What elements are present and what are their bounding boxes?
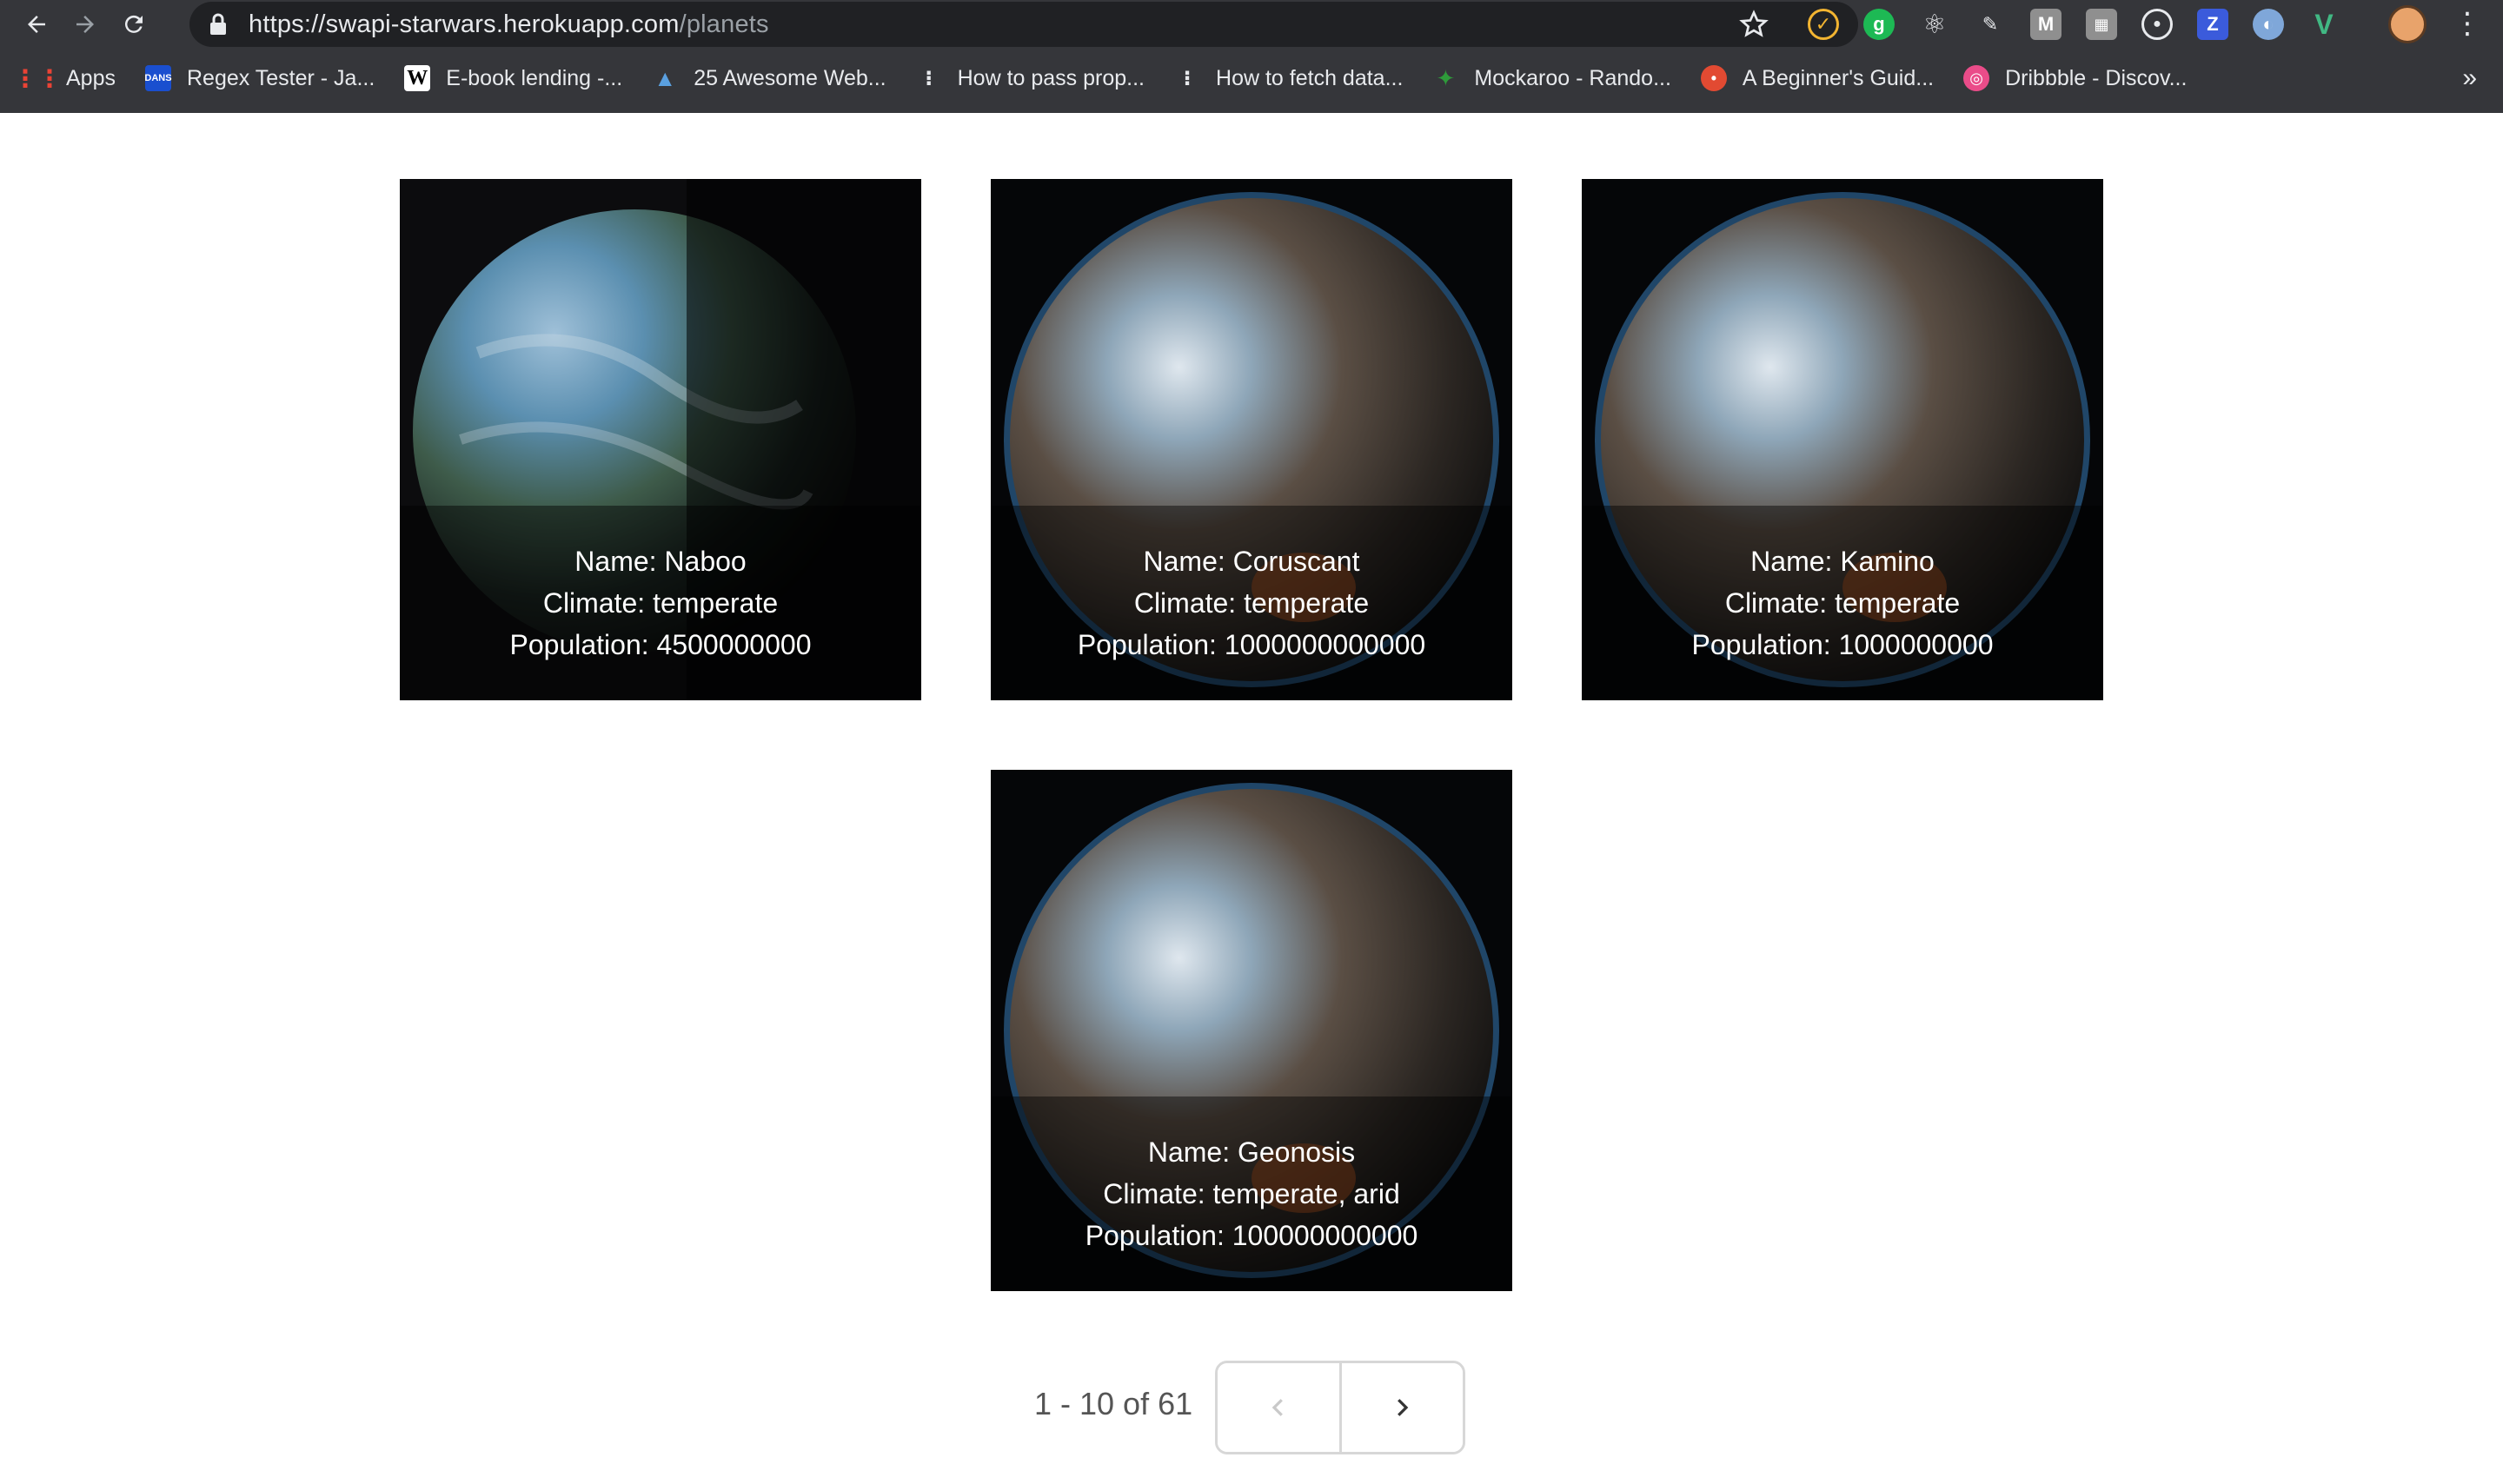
bookmark-fetch-data[interactable]: ⁝ How to fetch data...	[1174, 65, 1403, 91]
bookmark-star-icon[interactable]	[1738, 9, 1769, 40]
profile-avatar[interactable]	[2388, 5, 2427, 43]
extensions-bar: ✓ g ⚛ ✎ M ▦ ● Z ◐ V	[1808, 5, 2364, 43]
extension-green-icon[interactable]: g	[1863, 9, 1895, 40]
planet-climate: Climate: temperate	[1133, 587, 1370, 619]
bookmark-label: Regex Tester - Ja...	[186, 65, 375, 90]
wikipedia-icon: W	[404, 65, 431, 91]
browser-chrome: https://swapi-starwars.herokuapp.com/pla…	[0, 0, 2503, 113]
pagination-range: 1 - 10 of 61	[1034, 1386, 1193, 1421]
extension-z-icon[interactable]: Z	[2197, 9, 2228, 40]
planet-climate: Climate: temperate, arid	[1103, 1178, 1400, 1209]
bookmark-ebook-lending[interactable]: W E-book lending -...	[404, 65, 622, 91]
dans-tools-icon: DANS	[144, 65, 172, 91]
bookmark-label: 25 Awesome Web...	[694, 65, 886, 90]
tomato-icon: •	[1700, 65, 1727, 91]
planet-caption: Name: Coruscant Climate: temperate Popul…	[991, 506, 1512, 700]
extension-m-icon[interactable]: M	[2030, 9, 2061, 40]
planet-climate: Climate: temperate	[542, 587, 779, 619]
arrow-right-icon	[76, 16, 94, 33]
apps-grid-icon: ⋮⋮	[13, 64, 62, 92]
bookmark-mockaroo[interactable]: ✦ Mockaroo - Rando...	[1432, 65, 1671, 91]
planet-card-coruscant[interactable]: Name: Coruscant Climate: temperate Popul…	[991, 179, 1512, 700]
url-path: /planets	[679, 10, 769, 38]
triangle-logo-icon: ▲	[654, 64, 677, 91]
forward-button[interactable]	[61, 0, 110, 49]
bookmarks-bar: ⋮⋮ Apps DANS Regex Tester - Ja... W E-bo…	[0, 54, 2503, 103]
bookmark-label: E-book lending -...	[446, 65, 623, 90]
planet-population: Population: 1000000000	[1691, 629, 1994, 660]
extension-vue-icon[interactable]: V	[2308, 9, 2340, 40]
previous-page-button[interactable]	[1218, 1363, 1339, 1452]
planet-caption: Name: Kamino Climate: temperate Populati…	[1582, 506, 2103, 700]
bookmark-awesome-web[interactable]: ▲ 25 Awesome Web...	[652, 65, 886, 91]
extension-pen-icon[interactable]: ✎	[1975, 9, 2006, 40]
planet-population: Population: 4500000000	[509, 629, 812, 660]
planet-caption: Name: Naboo Climate: temperate Populatio…	[400, 506, 921, 700]
bookmark-pass-prop[interactable]: ⁝ How to pass prop...	[916, 65, 1145, 91]
planet-caption: Name: Geonosis Climate: temperate, arid …	[991, 1096, 1512, 1291]
reload-icon	[124, 15, 143, 33]
chevron-right-icon	[1398, 1399, 1409, 1416]
bookmark-label: Apps	[66, 65, 116, 90]
dribbble-icon: ◎	[1963, 65, 1990, 91]
extension-drop-icon[interactable]: ◐	[2253, 9, 2284, 40]
planet-name: Name: Naboo	[574, 546, 747, 577]
extension-checkmark-icon[interactable]: ✓	[1808, 9, 1839, 40]
bookmark-label: A Beginner's Guid...	[1742, 65, 1935, 90]
extension-target-icon[interactable]: ●	[2141, 9, 2173, 40]
url-text: https://swapi-starwars.herokuapp.com/pla…	[249, 10, 769, 39]
bookmark-label: Dribbble - Discov...	[2005, 65, 2188, 90]
reload-button[interactable]	[110, 0, 158, 49]
planet-name: Name: Geonosis	[1147, 1136, 1356, 1168]
lock-icon	[210, 13, 226, 35]
planet-card-kamino[interactable]: Name: Kamino Climate: temperate Populati…	[1582, 179, 2103, 700]
back-button[interactable]	[12, 0, 61, 49]
dots-icon: ⁝	[1183, 66, 1192, 90]
address-bar[interactable]: https://swapi-starwars.herokuapp.com/pla…	[189, 2, 1858, 47]
browser-toolbar: https://swapi-starwars.herokuapp.com/pla…	[0, 0, 2503, 49]
mockaroo-icon: ✦	[1436, 64, 1456, 91]
next-page-button[interactable]	[1338, 1363, 1463, 1452]
arrow-left-icon	[28, 16, 45, 33]
planet-name: Name: Coruscant	[1143, 546, 1360, 577]
planet-card-naboo[interactable]: Name: Naboo Climate: temperate Populatio…	[400, 179, 921, 700]
bookmark-dribbble[interactable]: ◎ Dribbble - Discov...	[1963, 65, 2187, 91]
bookmark-beginners-guide[interactable]: • A Beginner's Guid...	[1700, 65, 1935, 91]
bookmark-regex-tester[interactable]: DANS Regex Tester - Ja...	[144, 65, 375, 91]
bookmark-apps[interactable]: ⋮⋮ Apps	[13, 64, 116, 92]
planet-population: Population: 1000000000000	[1077, 629, 1426, 660]
extension-grid-icon[interactable]: ▦	[2086, 9, 2117, 40]
dots-icon: ⁝	[925, 66, 933, 90]
extension-react-icon[interactable]: ⚛	[1919, 9, 1950, 40]
bookmark-label: How to pass prop...	[957, 65, 1145, 90]
pagination-controls	[1215, 1361, 1465, 1454]
menu-kebab-icon[interactable]: ⋮	[2453, 9, 2482, 40]
bookmarks-overflow-icon[interactable]: »	[2462, 54, 2477, 103]
planet-climate: Climate: temperate	[1724, 587, 1961, 619]
planet-population: Population: 100000000000	[1085, 1220, 1418, 1251]
bookmark-label: How to fetch data...	[1216, 65, 1404, 90]
planet-name: Name: Kamino	[1750, 546, 1935, 577]
chevron-left-icon	[1271, 1399, 1283, 1416]
planet-card-geonosis[interactable]: Name: Geonosis Climate: temperate, arid …	[991, 770, 1512, 1291]
url-host: https://swapi-starwars.herokuapp.com	[249, 10, 680, 38]
bookmark-label: Mockaroo - Rando...	[1474, 65, 1671, 90]
